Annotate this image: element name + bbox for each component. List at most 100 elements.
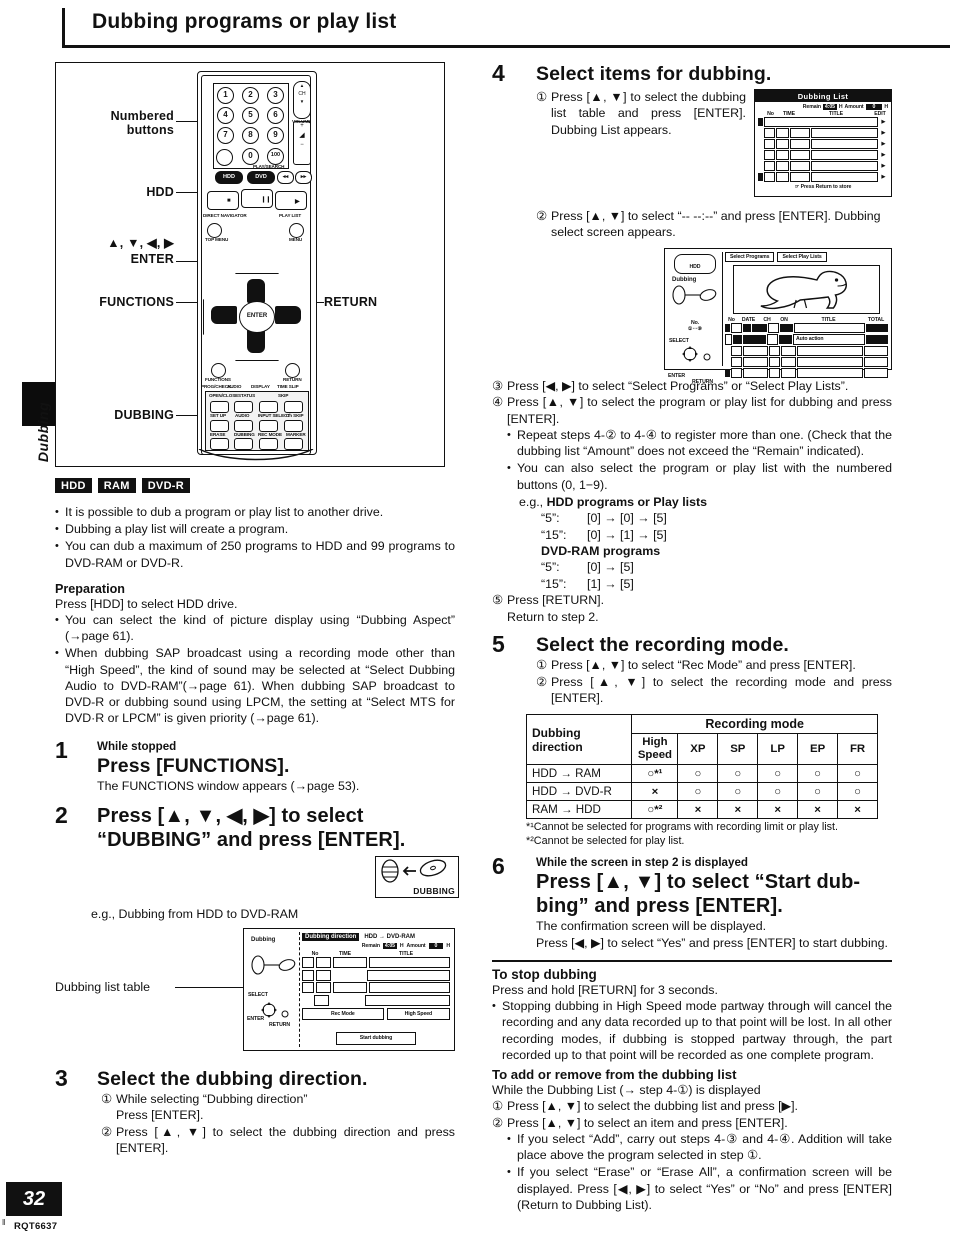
marker-label: MARKER: [286, 432, 306, 437]
key-7[interactable]: 7: [217, 127, 234, 144]
hdd-button[interactable]: HDD: [215, 171, 243, 184]
play-list-button[interactable]: [289, 223, 304, 238]
osd-main-rows: [302, 957, 450, 1006]
cell-2-1: ×: [677, 800, 719, 820]
dvd-button[interactable]: DVD: [247, 171, 275, 184]
skip-fwd-button[interactable]: [284, 401, 303, 413]
ch-skip-button[interactable]: [284, 420, 303, 432]
cell-1-2: ○: [717, 782, 759, 802]
osd-list-row[interactable]: ▶: [758, 139, 888, 149]
osd-list-row[interactable]: ▶: [758, 150, 888, 160]
ch-rocker[interactable]: ▲ CH ▼: [293, 81, 311, 119]
osd-select-row[interactable]: [725, 322, 888, 333]
cursor-up-button[interactable]: [247, 279, 265, 303]
step-6-body-2: Press [◀, ▶] to select “Yes” and press […: [536, 935, 888, 950]
step-4-item-1: ① Press [▲, ▼] to select the dubbing list…: [536, 90, 746, 137]
badge-dvdr: DVD-R: [141, 478, 191, 493]
key-6[interactable]: 6: [267, 107, 284, 124]
osd-list-row[interactable]: ▶: [758, 117, 888, 127]
key-5[interactable]: 5: [242, 107, 259, 124]
skip-back-button[interactable]: [259, 401, 278, 413]
step-3-heading: Select the dubbing direction.: [97, 1068, 368, 1091]
table-col-group-header: Recording mode: [631, 714, 878, 735]
rec-mode-label: REC MODE: [258, 432, 282, 437]
step-3-body: ① While selecting “Dubbing direction” Pre…: [97, 1091, 455, 1157]
enter-button[interactable]: ENTER: [239, 301, 275, 333]
step-2-number: 2: [55, 801, 68, 828]
status-button[interactable]: [234, 401, 253, 413]
osd-rec-mode-label[interactable]: Rec Mode: [302, 1007, 384, 1020]
callout-return: RETURN: [324, 295, 378, 309]
rewind-button[interactable]: ◂◂: [277, 171, 294, 184]
print-tick-mark: ‖: [2, 1218, 6, 1227]
stop-button[interactable]: [207, 191, 239, 210]
step-4: 4 Select items for dubbing. ① Press [▲, ▼…: [492, 62, 892, 241]
input-select-button[interactable]: [259, 420, 278, 432]
key-0[interactable]: 0: [242, 148, 259, 165]
osd-tab-select-play-lists[interactable]: Select Play Lists: [777, 251, 827, 262]
dubbing-icon-label: DUBBING: [413, 885, 455, 896]
page-title: Dubbing programs or play list: [92, 10, 397, 33]
osd-select-row[interactable]: [725, 367, 888, 378]
table-direction-hdd-ram: HDD → RAM: [525, 764, 633, 784]
open-close-label: OPEN/CLOSE: [209, 393, 239, 398]
audio2-button[interactable]: [234, 420, 253, 432]
osd-select-row[interactable]: [725, 345, 888, 356]
dubbing-icon-box: DUBBING: [375, 855, 459, 898]
table-mode-fr: FR: [837, 733, 878, 766]
setup-button[interactable]: [210, 420, 229, 432]
play-button[interactable]: [275, 191, 307, 210]
volume-rocker[interactable]: + ◢ −: [293, 121, 311, 165]
osd-rec-mode-value[interactable]: High Speed: [386, 1007, 450, 1020]
key-2[interactable]: 2: [242, 87, 259, 104]
key-9[interactable]: 9: [267, 127, 284, 144]
functions-button[interactable]: [211, 363, 226, 378]
key-4[interactable]: 4: [217, 107, 234, 124]
add-remove-item-1: ① Press [▲, ▼] to select the dubbing list…: [492, 1099, 798, 1114]
osd-row[interactable]: [302, 982, 450, 994]
forward-button[interactable]: ▸▸: [295, 171, 312, 184]
osd-select-screen: HDD Dubbing No. ①⋯⑨ SELECT ENTER RETURN …: [664, 247, 892, 385]
osd-main-return-label: RETURN: [269, 1022, 291, 1029]
key-cancel[interactable]: [216, 149, 233, 166]
osd-select-row[interactable]: [725, 356, 888, 367]
callout-functions: FUNCTIONS: [99, 295, 174, 309]
osd-row[interactable]: [302, 994, 450, 1006]
open-close-button[interactable]: [210, 401, 229, 413]
table-direction-hdd-dvdr: HDD → DVD-R: [525, 782, 633, 802]
key-1[interactable]: 1: [217, 87, 234, 104]
osd-list-row[interactable]: ▶: [758, 161, 888, 171]
table-direction-ram-hdd: RAM → HDD: [525, 800, 633, 820]
osd-drive-transfer-icon: [251, 955, 296, 975]
step-6-precondition: While the screen in step 2 is displayed: [536, 856, 748, 870]
key-8[interactable]: 8: [242, 127, 259, 144]
direct-navigator-button[interactable]: [207, 223, 222, 238]
side-tab-label: Dubbing: [35, 401, 51, 463]
osd-row[interactable]: [302, 969, 450, 981]
table-row: RAM → HDD ○*² × × × × ×: [525, 800, 878, 820]
osd-list-row[interactable]: ▶: [758, 172, 888, 182]
key-3[interactable]: 3: [267, 87, 284, 104]
osd-sel-col-total: TOTAL: [867, 316, 885, 323]
callout-hdd: HDD: [146, 185, 174, 199]
cursor-left-button[interactable]: [211, 306, 237, 324]
badge-hdd: HDD: [55, 478, 92, 493]
intro-bullet: • Dubbing a play list will create a progr…: [55, 522, 289, 537]
osd-row[interactable]: [302, 957, 450, 969]
osd-start-dubbing-button[interactable]: Start dubbing: [336, 1031, 416, 1045]
audio2-label: AUDIO: [235, 413, 250, 418]
key-100[interactable]: 100: [267, 148, 284, 165]
osd-select-cursor-icon: [682, 345, 711, 362]
osd-list-row[interactable]: ▶: [758, 128, 888, 138]
cursor-right-button[interactable]: [275, 306, 301, 324]
osd-tab-select-programs[interactable]: Select Programs: [725, 251, 775, 262]
osd-list-footer: ☞ Press Return to store: [794, 184, 852, 190]
cell-2-4: ×: [797, 800, 839, 820]
step-4-sub-1: • Repeat steps 4-② to 4-④ to register mor…: [507, 428, 892, 459]
return-button[interactable]: [285, 363, 300, 378]
osd-list-remain-label: Remain: [802, 104, 821, 110]
osd-main-wrap: Dubbing list table Dubbing SELECT ENTER …: [55, 928, 455, 1058]
osd-select-row-highlighted[interactable]: Auto action: [725, 333, 888, 345]
header-rule: [62, 45, 950, 48]
audio-label: AUDIO: [227, 384, 242, 389]
